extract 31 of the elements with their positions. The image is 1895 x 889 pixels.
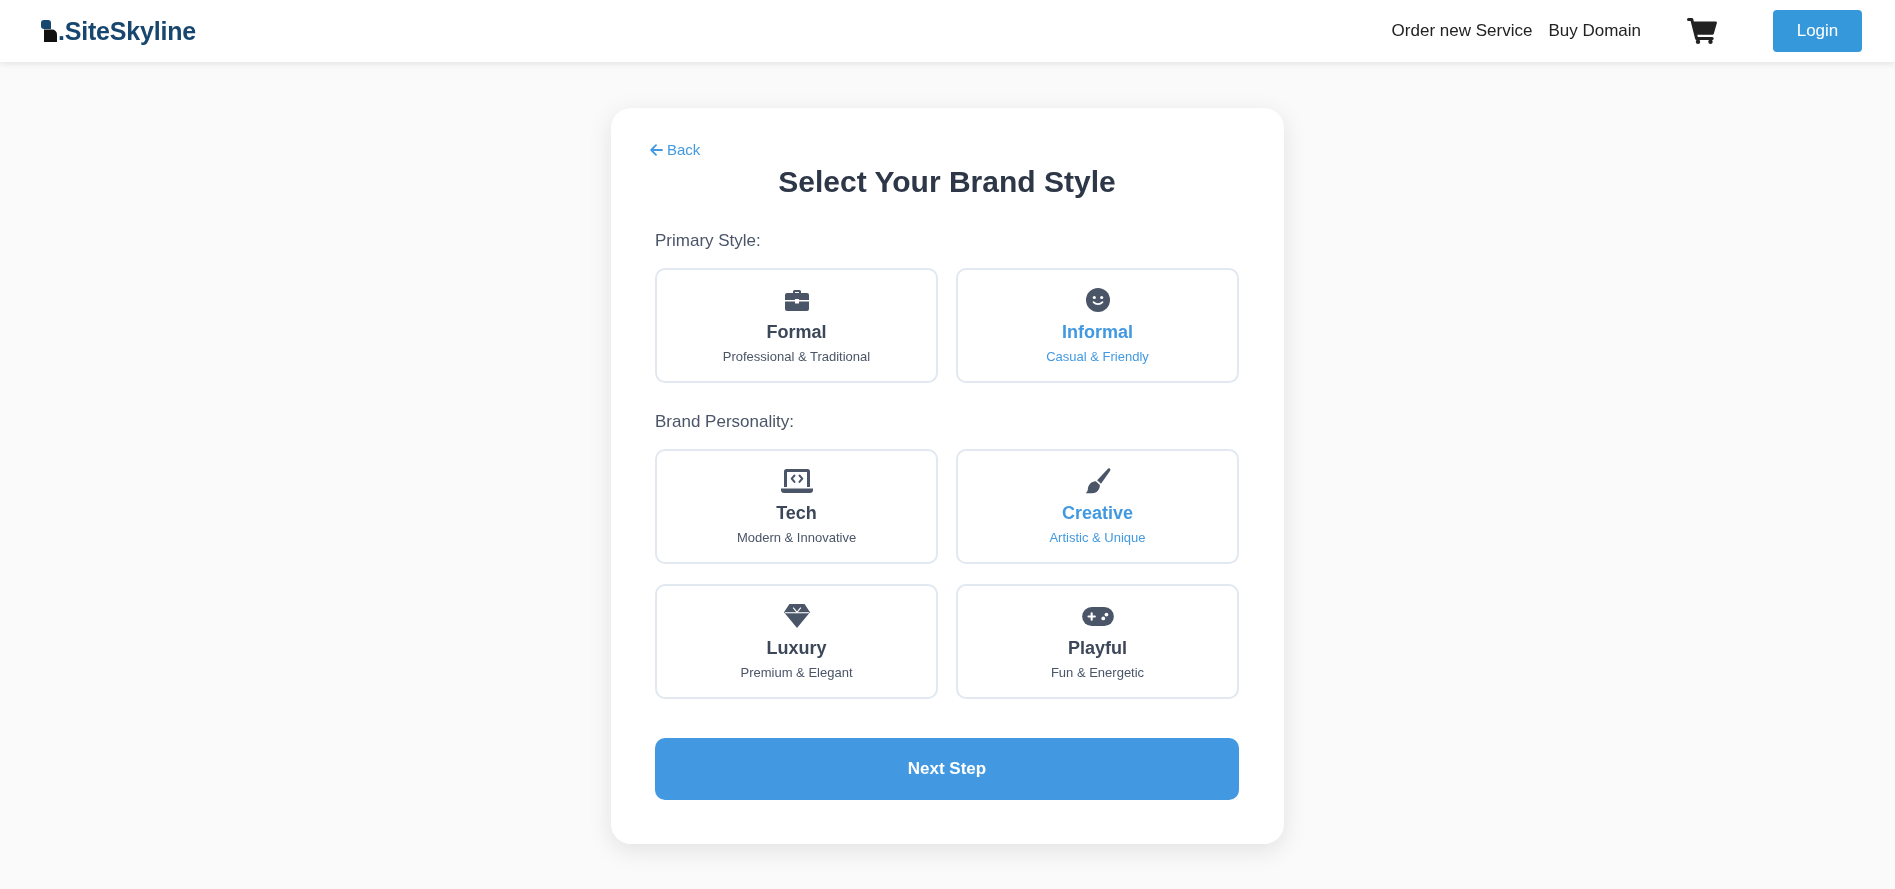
smiley-face-icon	[1085, 288, 1110, 312]
section-label: Brand Personality:	[655, 411, 795, 433]
page-title: Select Your Brand Style	[777, 164, 1117, 200]
option-description: Modern & Innovative	[736, 529, 857, 547]
nav-link[interactable]: Order new Service	[1391, 21, 1533, 41]
gamepad-icon	[1081, 606, 1114, 626]
style-option[interactable]: Luxury Premium & Elegant	[655, 584, 938, 699]
arrow-left-icon	[650, 144, 663, 156]
logo-icon	[41, 20, 58, 42]
option-description: Fun & Energetic	[1050, 664, 1145, 682]
laptop-code-icon	[780, 469, 813, 493]
diamond-icon	[783, 604, 810, 628]
paintbrush-icon	[1084, 468, 1111, 494]
cart-icon[interactable]	[1687, 18, 1717, 44]
briefcase-icon	[784, 289, 809, 311]
style-option[interactable]: Playful Fun & Energetic	[956, 584, 1239, 699]
option-description: Casual & Friendly	[1046, 348, 1149, 366]
style-option[interactable]: Tech Modern & Innovative	[655, 449, 938, 564]
option-title: Informal	[1062, 321, 1133, 344]
option-title: Luxury	[766, 637, 827, 660]
style-option[interactable]: Formal Professional & Traditional	[655, 268, 938, 383]
option-title: Playful	[1068, 637, 1127, 660]
option-title: Creative	[1061, 502, 1133, 525]
option-description: Artistic & Unique	[1049, 529, 1146, 547]
section-label: Primary Style:	[655, 230, 762, 252]
option-description: Premium & Elegant	[740, 664, 853, 682]
logo-link[interactable]: .SiteSkyline	[41, 16, 196, 46]
nav-link[interactable]: Buy Domain	[1548, 21, 1641, 41]
option-description: Professional & Traditional	[722, 348, 871, 366]
option-title: Formal	[766, 321, 827, 344]
option-title: Tech	[776, 502, 817, 525]
